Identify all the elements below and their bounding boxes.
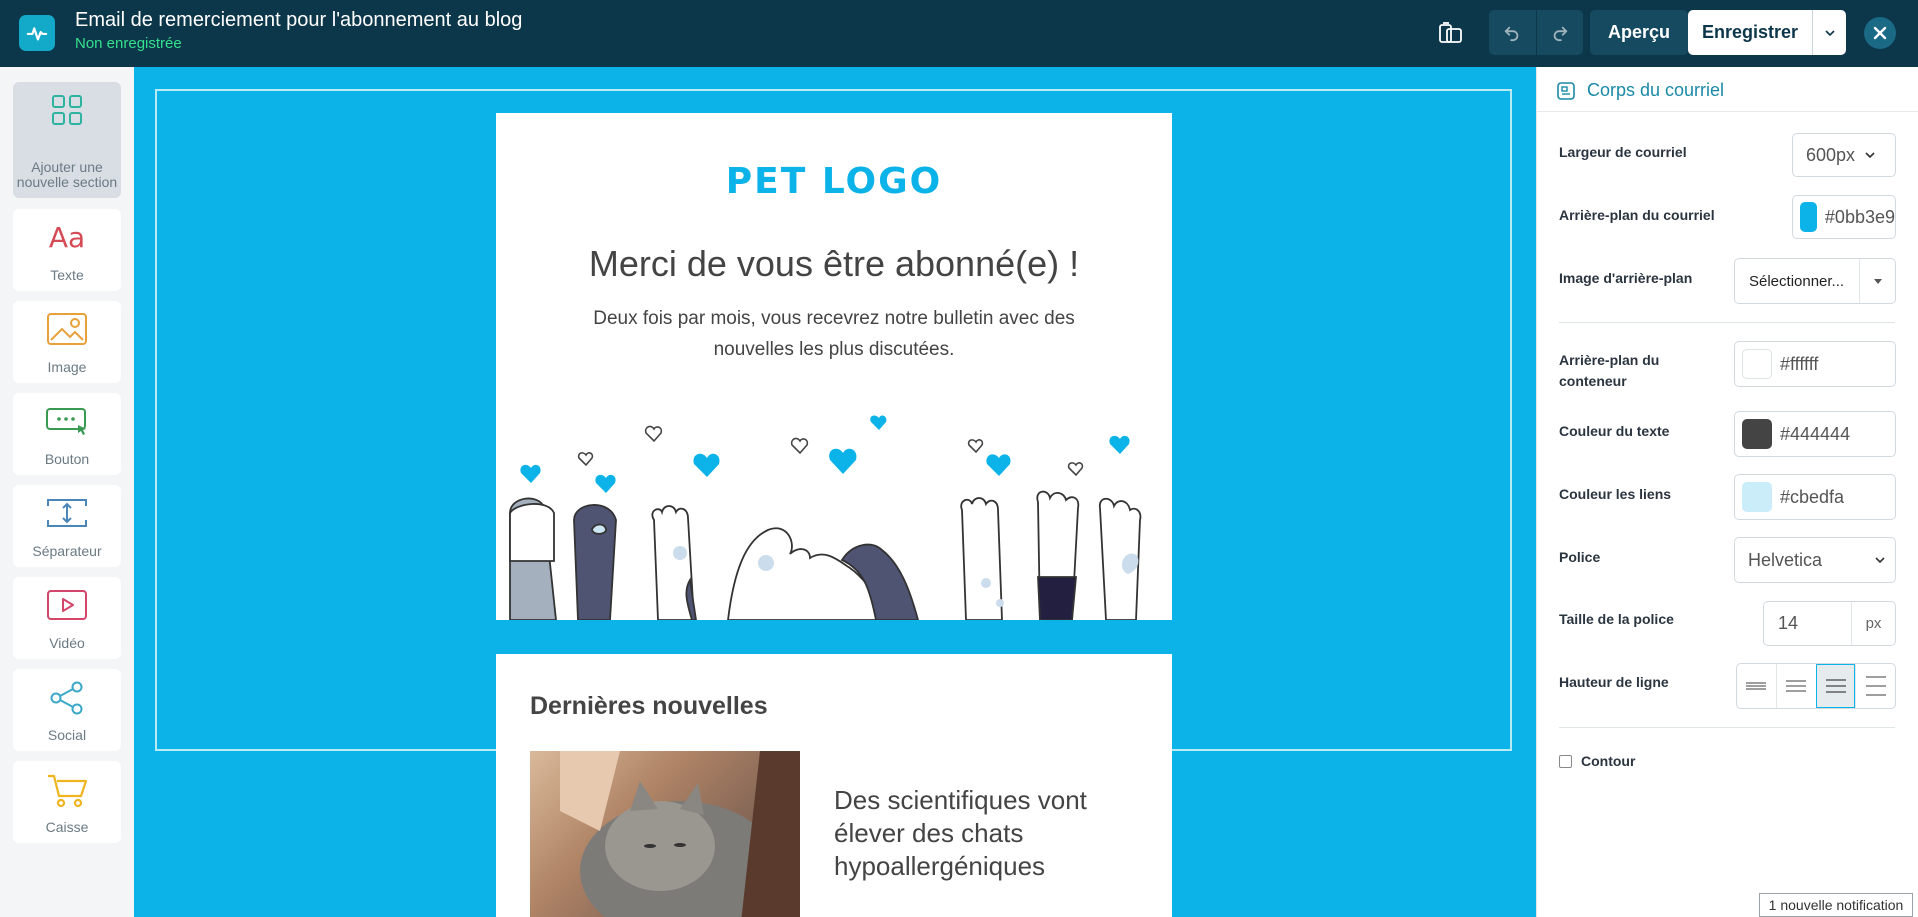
- color-swatch[interactable]: [1742, 482, 1772, 512]
- properties-panel: Corps du courriel Largeur de courriel 60…: [1536, 67, 1918, 917]
- chevron-down-icon: [1875, 557, 1885, 563]
- tool-label: Séparateur: [32, 543, 102, 559]
- tool-label: Image: [47, 359, 87, 375]
- tool-video[interactable]: Vidéo: [13, 577, 121, 659]
- container-bg-value: #ffffff: [1780, 353, 1819, 374]
- share-icon: [49, 681, 85, 720]
- font-label: Police: [1559, 549, 1601, 565]
- save-button[interactable]: Enregistrer: [1688, 10, 1812, 55]
- news-headline[interactable]: Des scientifiques vont élever des chats …: [834, 784, 1134, 883]
- tool-social[interactable]: Social: [13, 669, 121, 751]
- email-bg-value: #0bb3e9: [1824, 206, 1895, 227]
- font-size-label: Taille de la police: [1559, 611, 1674, 627]
- bg-image-select[interactable]: Sélectionner...: [1734, 258, 1896, 304]
- border-checkbox-row[interactable]: Contour: [1559, 753, 1635, 769]
- panel-divider: [1559, 322, 1895, 323]
- email-news-section[interactable]: Dernières nouvelles Des scientifiques vo…: [496, 654, 1172, 917]
- tool-button[interactable]: Bouton: [13, 393, 121, 475]
- app-logo-icon[interactable]: [19, 15, 55, 51]
- color-swatch[interactable]: [1742, 419, 1772, 449]
- video-icon: [47, 589, 87, 626]
- tool-image[interactable]: Image: [13, 301, 121, 383]
- email-body-icon: [1557, 81, 1575, 100]
- line-height-loose-icon[interactable]: [1855, 664, 1895, 708]
- preview-button[interactable]: Aperçu: [1590, 10, 1688, 55]
- font-select[interactable]: Helvetica: [1734, 537, 1896, 583]
- color-swatch[interactable]: [1800, 202, 1817, 232]
- line-height-label: Hauteur de ligne: [1559, 674, 1669, 690]
- border-checkbox[interactable]: [1559, 754, 1572, 768]
- font-value: Helvetica: [1748, 549, 1823, 570]
- tool-label: Texte: [50, 267, 84, 283]
- email-width-label: Largeur de courriel: [1559, 144, 1687, 160]
- email-bg-color-field[interactable]: #0bb3e9: [1792, 195, 1896, 239]
- tool-label: Vidéo: [49, 635, 85, 651]
- button-icon: [46, 405, 88, 442]
- text-color-field[interactable]: #444444: [1734, 411, 1896, 457]
- tool-label: Caisse: [45, 819, 89, 835]
- email-width-select[interactable]: 600px: [1792, 133, 1896, 177]
- tool-label: Ajouter une nouvelle section: [16, 159, 118, 190]
- email-canvas[interactable]: PET LOGO Merci de vous être abonné(e) ! …: [134, 67, 1536, 917]
- font-size-unit: px: [1851, 602, 1895, 645]
- container-bg-label: Arrière-plan du conteneur: [1559, 352, 1660, 389]
- panel-header: Corps du courriel: [1557, 80, 1724, 101]
- image-icon: [47, 313, 87, 350]
- line-height-tight-icon[interactable]: [1737, 664, 1776, 708]
- grid-icon: [51, 94, 83, 131]
- panel-divider: [1559, 727, 1895, 728]
- cat-photo[interactable]: [530, 751, 800, 917]
- panel-header-divider: [1537, 111, 1918, 112]
- color-swatch[interactable]: [1742, 349, 1772, 379]
- text-aa-icon: Aa: [48, 221, 86, 254]
- blocks-sidebar: Ajouter une nouvelle section Aa Texte Im…: [0, 67, 134, 917]
- bg-image-label: Image d'arrière-plan: [1559, 270, 1693, 286]
- chevron-down-icon: [1865, 152, 1875, 158]
- news-title[interactable]: Dernières nouvelles: [530, 692, 768, 721]
- container-bg-color-field[interactable]: #ffffff: [1734, 341, 1896, 387]
- selected-section-outline: [155, 89, 1512, 751]
- separator-icon: [47, 497, 87, 534]
- text-color-value: #444444: [1780, 423, 1851, 444]
- notification-badge[interactable]: 1 nouvelle notification: [1759, 893, 1913, 917]
- document-title[interactable]: Email de remerciement pour l'abonnement …: [75, 9, 522, 32]
- bg-image-chevron-icon[interactable]: [1859, 259, 1895, 303]
- history-group: [1489, 10, 1583, 55]
- font-size-value[interactable]: 14: [1764, 613, 1851, 634]
- border-checkbox-label: Contour: [1581, 753, 1636, 769]
- undo-icon[interactable]: [1489, 10, 1536, 55]
- link-color-field[interactable]: #cbedfa: [1734, 474, 1896, 520]
- email-bg-label: Arrière-plan du courriel: [1559, 207, 1715, 223]
- text-color-label: Couleur du texte: [1559, 423, 1670, 439]
- tool-checkout[interactable]: Caisse: [13, 761, 121, 843]
- redo-icon[interactable]: [1535, 10, 1584, 55]
- tool-separator[interactable]: Séparateur: [13, 485, 121, 567]
- link-color-value: #cbedfa: [1780, 486, 1845, 507]
- tool-label: Bouton: [44, 451, 90, 467]
- close-icon[interactable]: [1864, 17, 1896, 49]
- bg-image-value: Sélectionner...: [1749, 272, 1845, 290]
- panel-title: Corps du courriel: [1587, 80, 1725, 100]
- email-width-value: 600px: [1806, 144, 1856, 165]
- tool-text[interactable]: Aa Texte: [13, 209, 121, 291]
- line-height-relaxed-icon[interactable]: [1815, 664, 1856, 708]
- save-options-chevron-icon[interactable]: [1812, 10, 1846, 55]
- save-status: Non enregistrée: [75, 35, 182, 52]
- device-preview-icon[interactable]: [1430, 14, 1472, 52]
- tool-add-section[interactable]: Ajouter une nouvelle section: [13, 82, 121, 198]
- cart-icon: [46, 773, 88, 814]
- top-bar: Email de remerciement pour l'abonnement …: [0, 0, 1918, 67]
- line-height-group: [1736, 663, 1896, 709]
- link-color-label: Couleur les liens: [1559, 486, 1672, 502]
- tool-label: Social: [47, 727, 87, 743]
- line-height-normal-icon[interactable]: [1775, 664, 1816, 708]
- font-size-field[interactable]: 14 px: [1763, 601, 1896, 646]
